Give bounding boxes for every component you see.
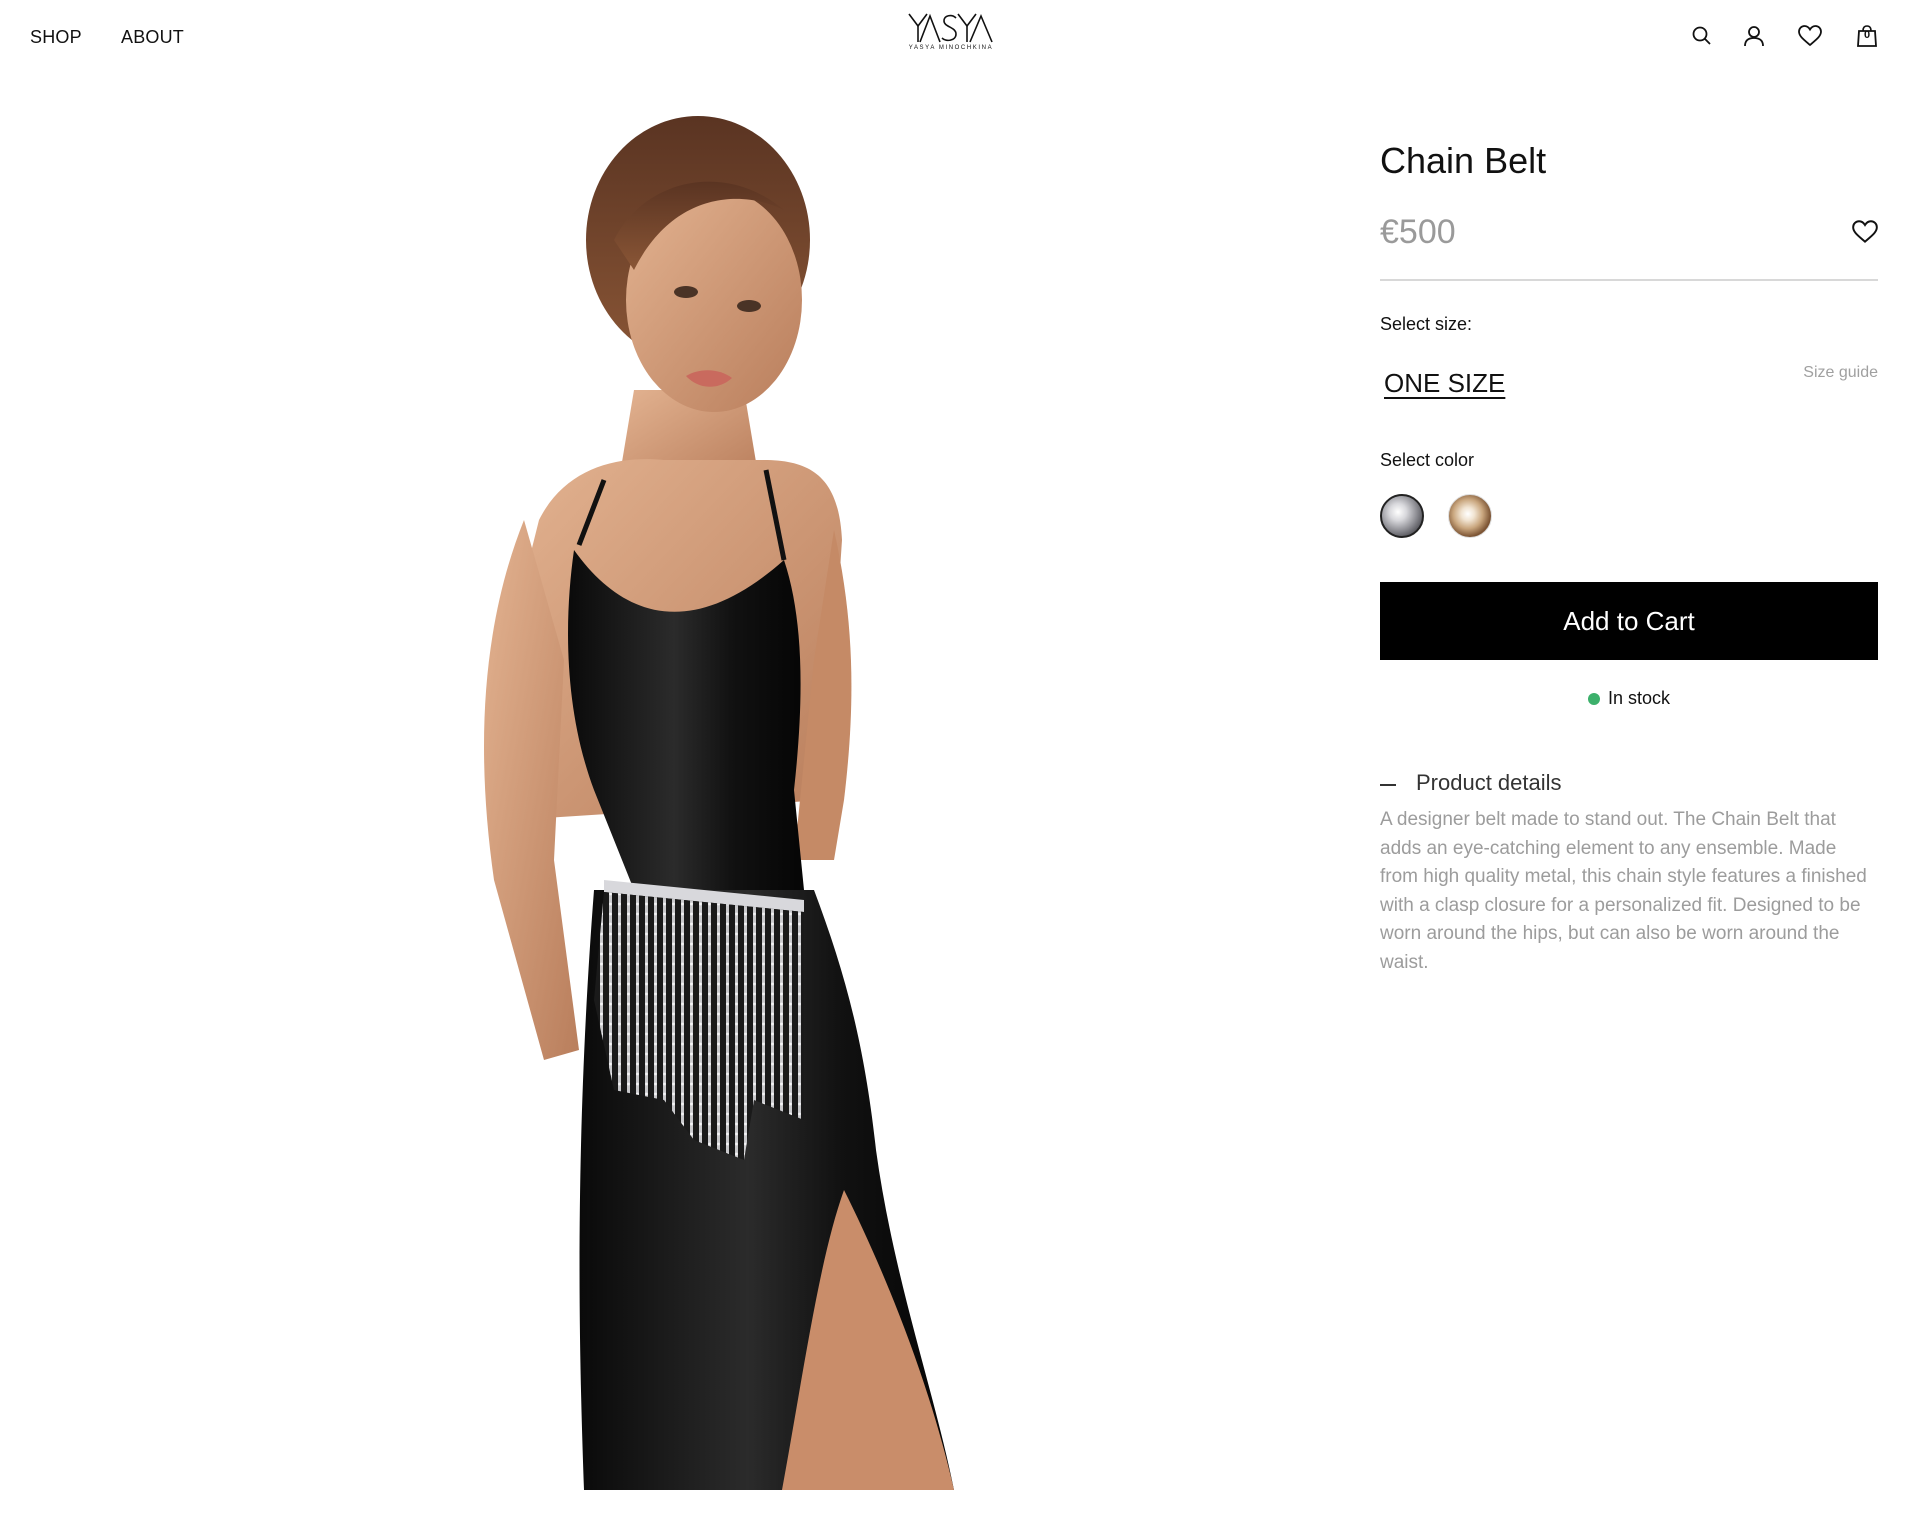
nav-about-link[interactable]: ABOUT: [121, 27, 184, 48]
product-price: €500: [1380, 213, 1456, 251]
account-icon[interactable]: [1740, 22, 1768, 50]
cart-count: 0: [1863, 29, 1871, 41]
divider: [1380, 279, 1878, 281]
product-image: [364, 100, 1020, 1490]
color-swatch-gold[interactable]: [1448, 494, 1492, 538]
select-color-label: Select color: [1380, 450, 1475, 470]
product-title: Chain Belt: [1380, 140, 1547, 181]
add-to-cart-button[interactable]: Add to Cart: [1380, 582, 1878, 660]
logo-mark: [908, 13, 993, 43]
minus-icon: [1380, 784, 1396, 786]
color-swatch-silver[interactable]: [1380, 494, 1424, 538]
stock-status: In stock: [1380, 688, 1878, 709]
cart-icon[interactable]: 0: [1853, 22, 1881, 50]
search-icon[interactable]: [1688, 22, 1716, 50]
size-option-one-size[interactable]: ONE SIZE: [1384, 368, 1505, 399]
select-size-label: Select size:: [1380, 314, 1473, 334]
product-details-toggle[interactable]: Product details: [1380, 770, 1878, 800]
model-photo: [484, 116, 954, 1490]
in-stock-dot-icon: [1587, 693, 1600, 705]
product-details-title: Product details: [1416, 770, 1562, 795]
add-to-wishlist-icon[interactable]: [1851, 219, 1879, 245]
size-guide-link[interactable]: Size guide: [1803, 364, 1878, 382]
logo-subtext: YASYA MINOCHKINA: [908, 45, 994, 51]
site-header: SHOP ABOUT YASYA MINOCHKINA 0: [0, 0, 1920, 74]
wishlist-icon[interactable]: [1796, 22, 1824, 50]
brand-logo[interactable]: YASYA MINOCHKINA: [906, 12, 996, 62]
product-details-text: A designer belt made to stand out. The C…: [1380, 809, 1867, 973]
nav-shop-link[interactable]: SHOP: [30, 27, 82, 48]
stock-status-text: In stock: [1607, 688, 1671, 708]
